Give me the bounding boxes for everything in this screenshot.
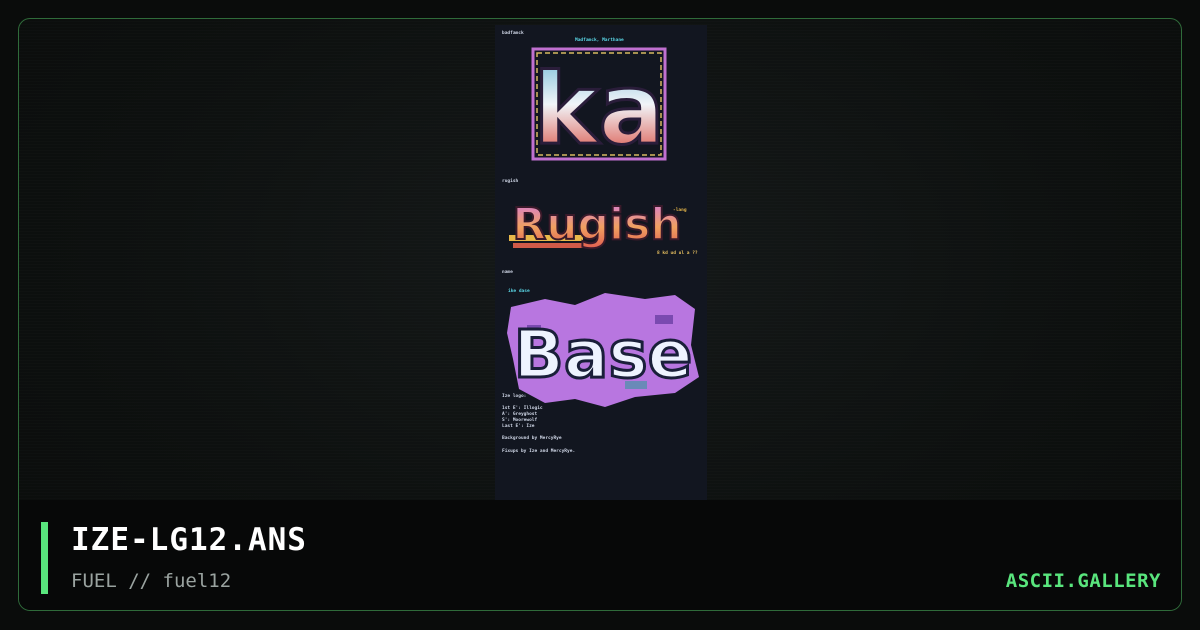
ansi-artwork-preview[interactable]: badfamck Madfamck, Marthane ka rugish Ru…	[495, 25, 707, 501]
section1-label: badfamck	[502, 31, 524, 36]
rugish-logo-art: Rugish	[509, 198, 683, 251]
logo2-signature: 8 kd ud ul a ??	[657, 251, 698, 256]
accent-bar	[41, 522, 48, 594]
section1-credit: Madfamck, Marthane	[575, 38, 624, 43]
credits-line-2: 1st E': Illogic	[502, 406, 543, 411]
section3-label: name	[502, 270, 513, 275]
credits-line-3: A': Greyghost	[502, 412, 538, 417]
logo2-tag: -lang	[673, 208, 687, 213]
logo2-text: Rugish	[512, 199, 681, 250]
section2-label: rugish	[502, 179, 519, 184]
credits-line-1: Ize logo:	[502, 394, 527, 399]
pack-line: FUEL // fuel12	[71, 570, 232, 592]
preview-card: badfamck Madfamck, Marthane ka rugish Ru…	[18, 18, 1182, 611]
base-logo-art: Base	[507, 293, 699, 407]
logo3-text: Base	[514, 316, 693, 393]
site-brand[interactable]: ASCII.GALLERY	[1006, 570, 1161, 592]
file-title: IZE-LG12.ANS	[71, 522, 307, 558]
credits-line-7: Fixups by Ize and MercyRye.	[502, 449, 576, 454]
credits-line-6: Background by MercyRye	[502, 436, 562, 441]
ka-logo-art: ka	[531, 47, 667, 165]
credits-line-5: Last E': Ize	[502, 424, 535, 429]
credits-line-4: S': Moorewolf	[502, 418, 538, 423]
logo1-text: ka	[533, 53, 664, 165]
caption-bar: IZE-LG12.ANS FUEL // fuel12 ASCII.GALLER…	[19, 500, 1181, 610]
